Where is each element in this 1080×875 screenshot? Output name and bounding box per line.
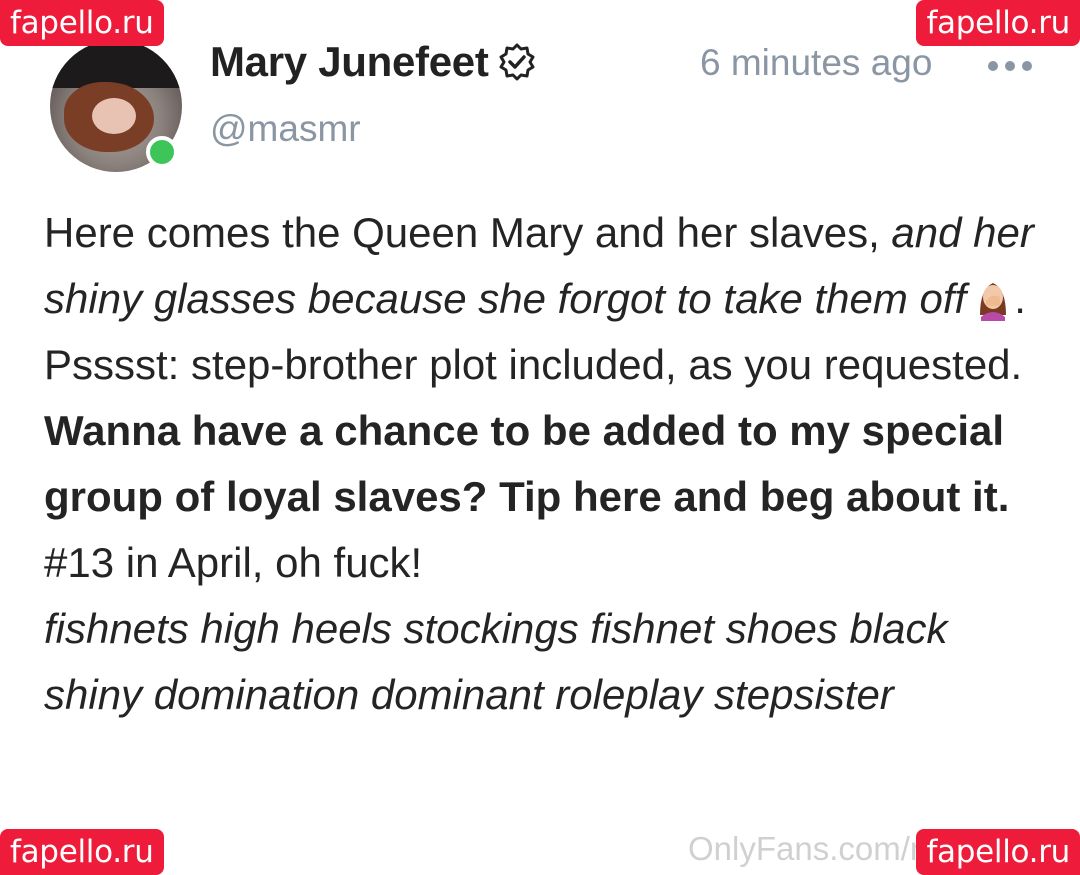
- post-tags: fishnets high heels stockings fishnet sh…: [44, 605, 948, 718]
- post-body: Here comes the Queen Mary and her slaves…: [44, 200, 1034, 728]
- more-dots-icon[interactable]: [985, 54, 1035, 78]
- post-text-intro: Here comes the Queen Mary and her slaves…: [44, 209, 892, 256]
- post-paragraph-cta: Wanna have a chance to be added to my sp…: [44, 407, 1010, 520]
- author-row: Mary Junefeet: [210, 38, 537, 86]
- online-status-dot: [146, 136, 178, 168]
- verified-badge-icon: [499, 43, 535, 81]
- author-handle[interactable]: @masmr: [210, 108, 361, 150]
- post-paragraph-count: #13 in April, oh fuck!: [44, 539, 423, 586]
- post-timestamp[interactable]: 6 minutes ago: [700, 42, 932, 84]
- facepalm-emoji: [980, 283, 1007, 321]
- watermark-top-right: fapello.ru: [916, 0, 1080, 46]
- watermark-top-left: fapello.ru: [0, 0, 164, 46]
- watermark-bottom-right: fapello.ru: [916, 829, 1080, 875]
- watermark-bottom-left: fapello.ru: [0, 829, 164, 875]
- avatar[interactable]: [50, 40, 182, 172]
- author-name[interactable]: Mary Junefeet: [210, 38, 489, 86]
- post-paragraph-intro: Here comes the Queen Mary and her slaves…: [44, 200, 1034, 332]
- onlyfans-watermark: OnlyFans.com/r: [688, 830, 921, 867]
- post-text-intro-end: .: [1014, 275, 1026, 322]
- post-paragraph-plot: Psssst: step-brother plot included, as y…: [44, 341, 1023, 388]
